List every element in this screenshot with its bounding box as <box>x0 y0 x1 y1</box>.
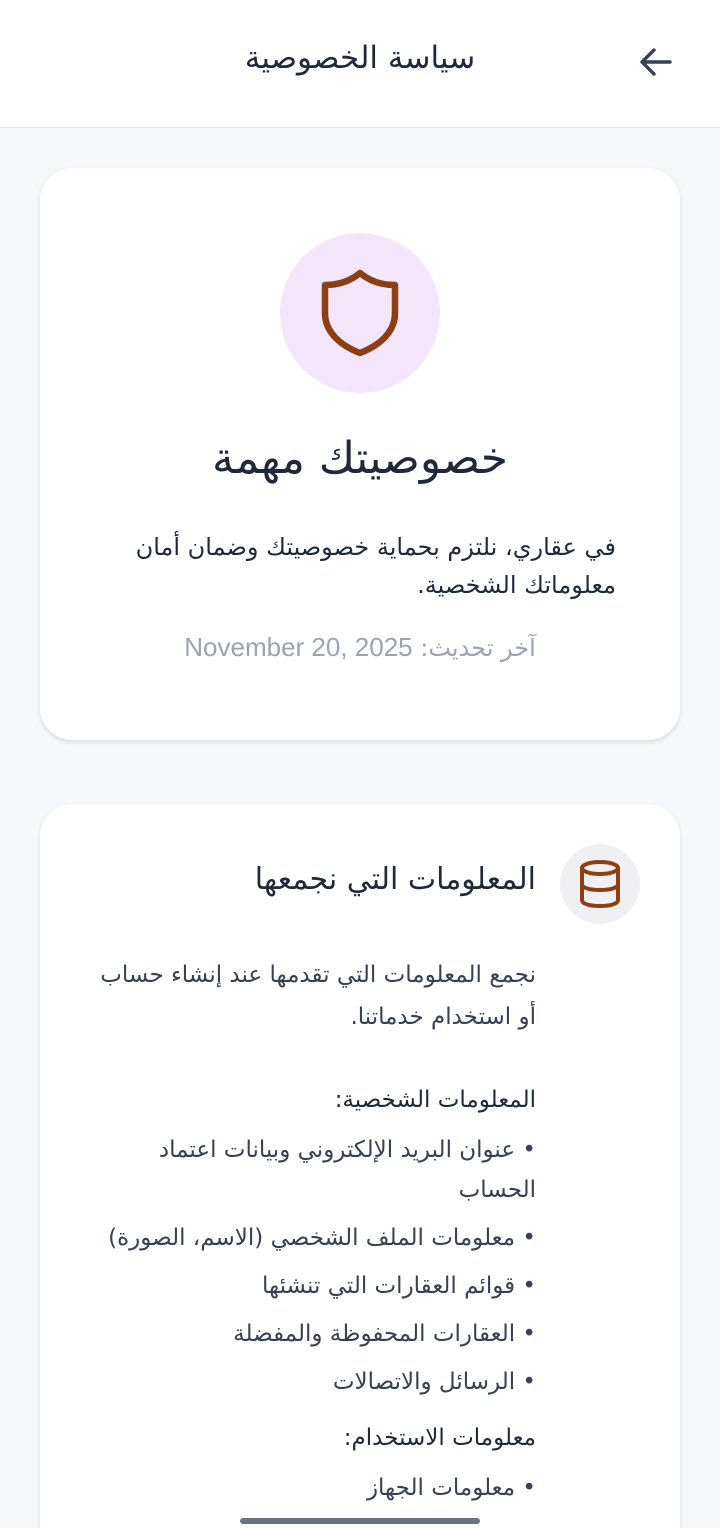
usage-info-heading: معلومات الاستخدام: <box>343 1425 536 1451</box>
section-card-collected-info: المعلومات التي نجمعها نجمع المعلومات الت… <box>40 804 680 1528</box>
list-item: معلومات الملف الشخصي (الاسم، الصورة) <box>80 1218 536 1258</box>
hero-description: في عقاري، نلتزم بحماية خصوصيتك وضمان أما… <box>135 533 616 599</box>
section-icon-badge <box>560 844 640 924</box>
app-bar: سياسة الخصوصية <box>0 0 720 128</box>
section-title: المعلومات التي نجمعها <box>254 862 536 897</box>
list-item: عنوان البريد الإلكتروني وبيانات اعتماد ا… <box>80 1130 536 1210</box>
back-button[interactable] <box>632 38 680 86</box>
home-indicator[interactable] <box>240 1518 480 1524</box>
section-body: نجمع المعلومات التي تقدمها عند إنشاء حسا… <box>80 954 536 1516</box>
page-title: سياسة الخصوصية <box>244 40 476 76</box>
hero-title: خصوصيتك مهمة <box>212 433 508 484</box>
last-updated-date: November 20, 2025 <box>184 632 413 662</box>
section-intro: نجمع المعلومات التي تقدمها عند إنشاء حسا… <box>100 962 536 1030</box>
shield-badge <box>280 233 440 393</box>
shield-icon <box>321 269 399 357</box>
arrow-left-icon <box>640 48 672 76</box>
personal-info-heading: المعلومات الشخصية: <box>334 1087 536 1113</box>
last-updated-label: آخر تحديث: <box>420 634 536 662</box>
database-icon <box>580 860 620 909</box>
list-item: قوائم العقارات التي تنشئها <box>80 1266 536 1306</box>
usage-info-list: معلومات الجهاز <box>80 1468 536 1508</box>
list-item: العقارات المحفوظة والمفضلة <box>80 1314 536 1354</box>
personal-info-list: عنوان البريد الإلكتروني وبيانات اعتماد ا… <box>80 1130 536 1402</box>
privacy-hero-card: خصوصيتك مهمة في عقاري، نلتزم بحماية خصوص… <box>40 168 680 740</box>
list-item: الرسائل والاتصالات <box>80 1362 536 1402</box>
list-item: معلومات الجهاز <box>80 1468 536 1508</box>
last-updated: آخر تحديث: November 20, 2025 <box>40 632 680 663</box>
